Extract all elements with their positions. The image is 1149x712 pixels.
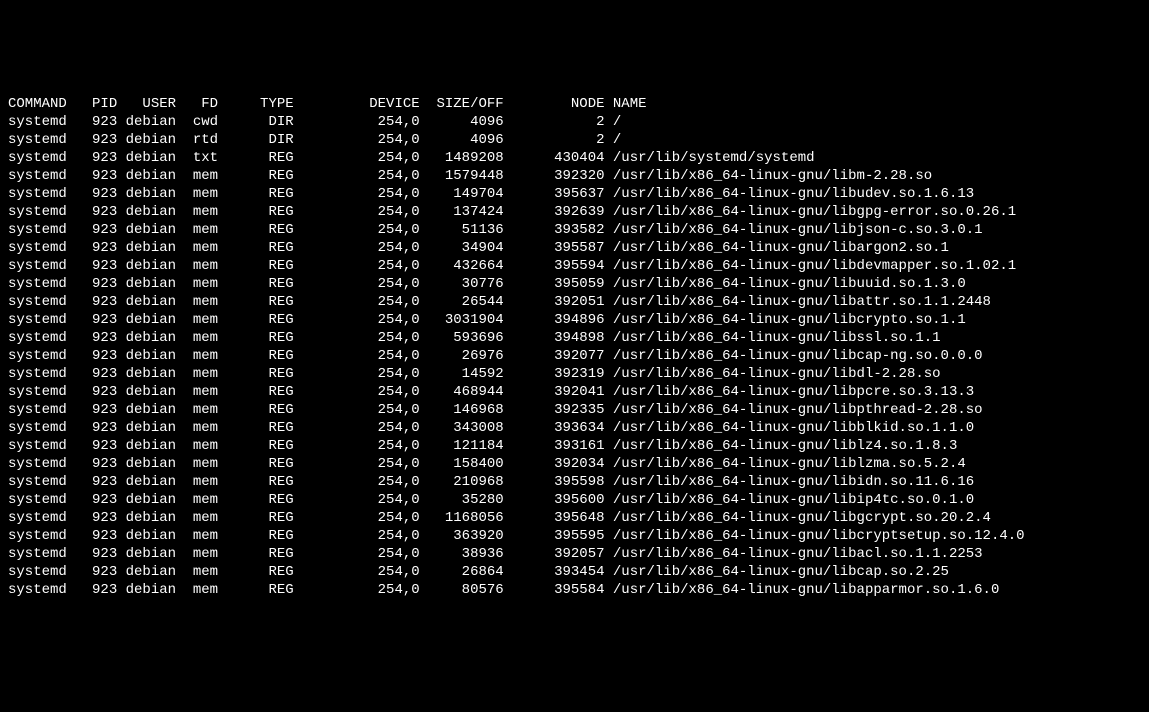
lsof-row: systemd 923 debian mem REG 254,0 468944 … — [8, 383, 1141, 401]
lsof-row: systemd 923 debian mem REG 254,0 35280 3… — [8, 491, 1141, 509]
lsof-row: systemd 923 debian mem REG 254,0 30776 3… — [8, 275, 1141, 293]
lsof-row: systemd 923 debian mem REG 254,0 14592 3… — [8, 365, 1141, 383]
lsof-row: systemd 923 debian mem REG 254,0 363920 … — [8, 527, 1141, 545]
lsof-row: systemd 923 debian mem REG 254,0 137424 … — [8, 203, 1141, 221]
lsof-row: systemd 923 debian mem REG 254,0 149704 … — [8, 185, 1141, 203]
lsof-row: systemd 923 debian mem REG 254,0 593696 … — [8, 329, 1141, 347]
data-rows: systemd 923 debian cwd DIR 254,0 4096 2 … — [8, 113, 1141, 599]
lsof-row: systemd 923 debian mem REG 254,0 26544 3… — [8, 293, 1141, 311]
lsof-row: systemd 923 debian mem REG 254,0 26976 3… — [8, 347, 1141, 365]
lsof-row: systemd 923 debian mem REG 254,0 80576 3… — [8, 581, 1141, 599]
lsof-row: systemd 923 debian mem REG 254,0 26864 3… — [8, 563, 1141, 581]
header-row: COMMAND PID USER FD TYPE DEVICE SIZE/OFF… — [8, 95, 1141, 113]
lsof-row: systemd 923 debian mem REG 254,0 38936 3… — [8, 545, 1141, 563]
lsof-row: systemd 923 debian mem REG 254,0 3031904… — [8, 311, 1141, 329]
lsof-row: systemd 923 debian mem REG 254,0 210968 … — [8, 473, 1141, 491]
lsof-row: systemd 923 debian mem REG 254,0 1168056… — [8, 509, 1141, 527]
lsof-row: systemd 923 debian txt REG 254,0 1489208… — [8, 149, 1141, 167]
lsof-row: systemd 923 debian mem REG 254,0 121184 … — [8, 437, 1141, 455]
lsof-row: systemd 923 debian mem REG 254,0 34904 3… — [8, 239, 1141, 257]
lsof-row: systemd 923 debian mem REG 254,0 432664 … — [8, 257, 1141, 275]
lsof-row: systemd 923 debian mem REG 254,0 158400 … — [8, 455, 1141, 473]
lsof-row: systemd 923 debian mem REG 254,0 146968 … — [8, 401, 1141, 419]
lsof-row: systemd 923 debian mem REG 254,0 51136 3… — [8, 221, 1141, 239]
lsof-row: systemd 923 debian mem REG 254,0 1579448… — [8, 167, 1141, 185]
lsof-row: systemd 923 debian cwd DIR 254,0 4096 2 … — [8, 113, 1141, 131]
lsof-row: systemd 923 debian rtd DIR 254,0 4096 2 … — [8, 131, 1141, 149]
lsof-output: COMMAND PID USER FD TYPE DEVICE SIZE/OFF… — [8, 77, 1141, 617]
lsof-row: systemd 923 debian mem REG 254,0 343008 … — [8, 419, 1141, 437]
